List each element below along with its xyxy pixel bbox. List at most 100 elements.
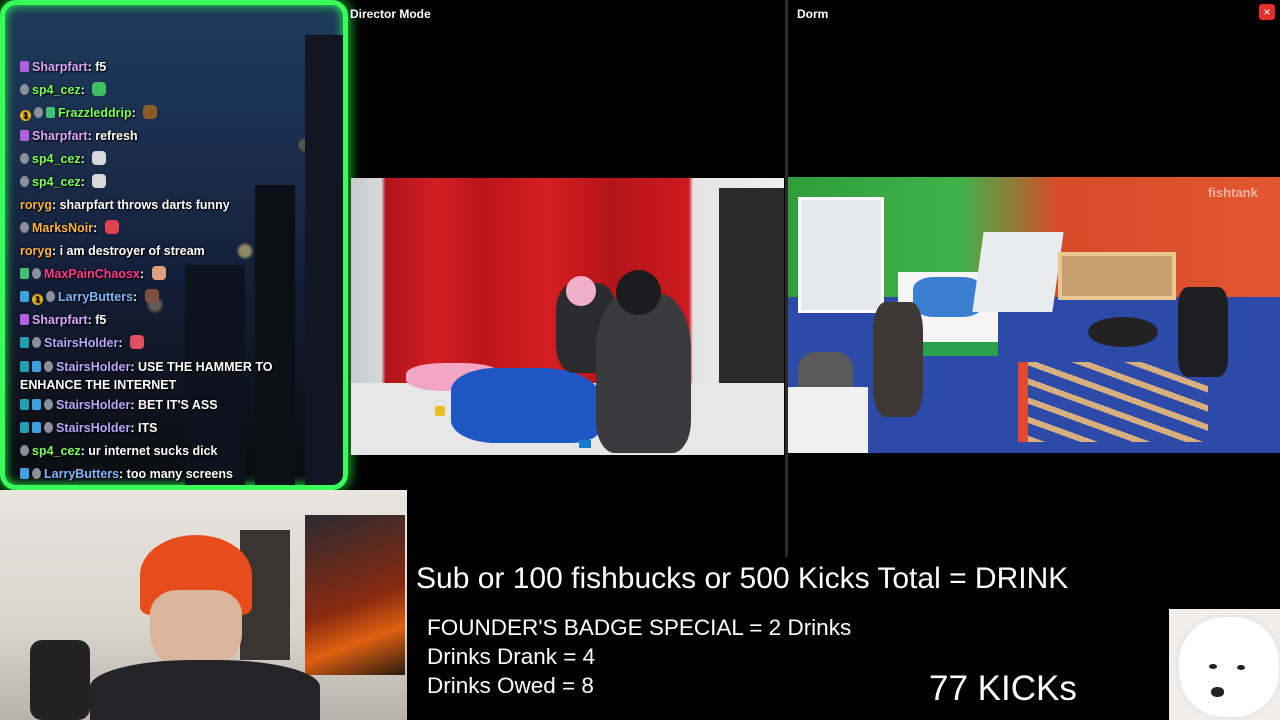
kicks-counter: 77 KICKs [929,669,1077,708]
chat-colon: : [139,267,148,281]
person-standing [873,302,923,417]
chat-message: LarryButters: too many screens [20,463,337,485]
chat-message: 1 LarryButters: [20,286,337,309]
chat-username[interactable]: StairsHolder [56,421,130,435]
chat-username[interactable]: MarksNoir [32,221,93,235]
blue-badge-icon [32,422,41,433]
chat-message: sp4_cez: ur internet sucks dick [20,440,337,463]
chat-colon: : [131,106,140,120]
chat-message: StairsHolder: BET IT'S ASS [20,394,337,417]
chat-text: sharpfart throws darts funny [59,198,230,212]
drinks-owed-text: Drinks Owed = 8 [427,673,594,698]
microphone [30,640,90,720]
founders-badge-text: FOUNDER'S BADGE SPECIAL = 2 Drinks [427,615,852,640]
chat-username[interactable]: roryg [20,198,52,212]
purple-badge-icon [20,61,29,72]
chat-username[interactable]: sp4_cez [32,152,81,166]
teal-badge-icon [20,399,29,410]
emote-icon [144,289,159,303]
person-seated [1178,287,1228,377]
chat-message: Sharpfart: f5 [20,309,337,332]
chat-username[interactable]: LarryButters [44,467,119,481]
chat-username[interactable]: sp4_cez [32,83,81,97]
chat-colon: : [93,221,101,235]
emote-icon [92,174,107,188]
gray-badge-icon [20,222,29,233]
emote-icon [104,220,119,234]
gray-badge-icon [20,176,29,187]
close-button[interactable]: × [1259,4,1275,20]
desk [788,387,868,453]
blue-blanket [451,368,601,443]
chat-username[interactable]: Sharpfart [32,129,88,143]
dog-eye [1209,664,1217,669]
purple-badge-icon [20,314,29,325]
chat-text: ur internet sucks dick [88,444,218,458]
chat-username[interactable]: StairsHolder [56,360,130,374]
teal-badge-icon [20,422,29,433]
white-panel [972,232,1064,312]
chat-username[interactable]: Sharpfart [32,313,88,327]
chat-message: sp4_cez: [20,148,337,171]
purple-badge-icon [20,130,29,141]
dog-head [1179,617,1279,717]
gray-badge-icon [32,337,41,348]
chat-colon: : [130,360,138,374]
chat-message-list: Sharpfart: f5 sp4_cez: 1 Frazzleddrip: Sha… [20,56,337,485]
chat-text: f5 [95,313,107,327]
streamer-webcam [0,490,407,720]
chat-message: sp4_cez: [20,79,337,102]
gray-badge-icon [20,445,29,456]
fishtank-watermark: fishtank [1208,185,1258,200]
chat-colon: : [118,336,126,350]
emote-icon [151,266,166,280]
gold-badge-icon: 1 [20,110,31,121]
chat-colon: : [51,244,60,258]
emote-icon [129,335,144,349]
chat-colon: : [80,152,89,166]
chat-username[interactable]: Sharpfart [32,60,88,74]
chat-message: StairsHolder: [20,332,337,355]
director-camera-feed[interactable] [351,178,784,455]
streamer-shirt [90,660,320,720]
chat-username[interactable]: StairsHolder [56,398,130,412]
chat-username[interactable]: LarryButters [58,290,133,304]
gray-badge-icon [44,361,53,372]
drinks-drank-text: Drinks Drank = 4 [427,644,596,669]
chat-username[interactable]: roryg [20,244,52,258]
dorm-camera-feed[interactable]: fishtank [788,177,1280,453]
gray-badge-icon [20,153,29,164]
green-badge-icon [20,268,29,279]
small-object [435,406,445,416]
warcraft-poster [305,515,405,675]
chat-username[interactable]: Frazzleddrip [58,106,132,120]
chat-message: 1 Frazzleddrip: [20,102,337,125]
chat-message: MarksNoir: [20,217,337,240]
gray-badge-icon [46,291,55,302]
streamer-face [150,590,242,670]
chat-username[interactable]: MaxPainChaosx [44,267,140,281]
gray-badge-icon [32,468,41,479]
broken-bed-frame [1018,362,1208,442]
emote-icon [92,151,107,165]
person-right [596,293,691,453]
chat-username[interactable]: sp4_cez [32,444,81,458]
chat-username[interactable]: sp4_cez [32,175,81,189]
dog-image [1169,609,1280,720]
chat-text: ITS [137,421,158,435]
blue-badge-icon [32,399,41,410]
chat-colon: : [133,290,141,304]
chat-text: f5 [95,60,107,74]
bed-frame [1058,252,1176,300]
chat-colon: : [130,398,138,412]
drink-rules-headline: Sub or 100 fishbucks or 500 Kicks Total … [416,562,1069,595]
table [1088,317,1158,347]
chat-username[interactable]: StairsHolder [44,336,118,350]
emote-icon [92,82,107,96]
gray-badge-icon [34,107,43,118]
chat-colon: : [130,421,138,435]
gray-badge-icon [20,84,29,95]
dog-eye [1237,665,1245,670]
blue-badge-icon [20,291,29,302]
chat-colon: : [80,83,89,97]
